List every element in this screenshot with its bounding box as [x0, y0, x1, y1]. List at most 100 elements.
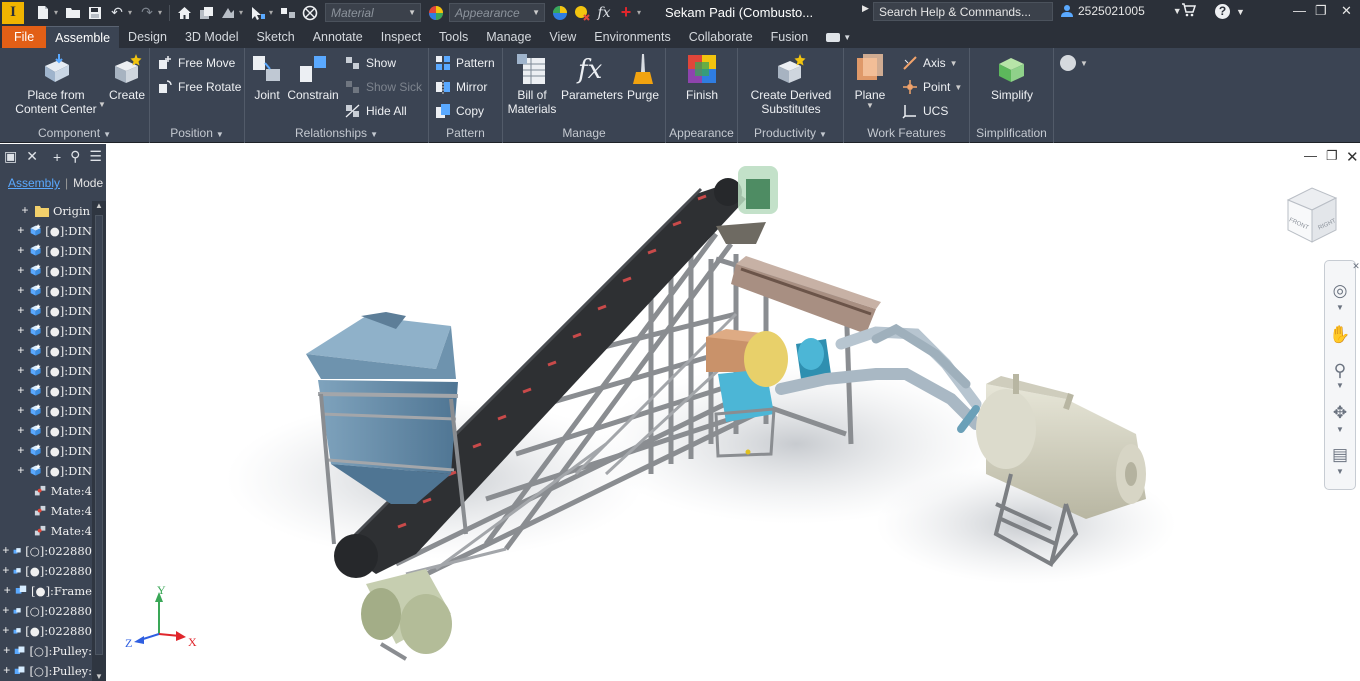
select-priority-icon[interactable]	[247, 2, 269, 24]
help-icon[interactable]: ?	[1215, 3, 1230, 19]
copy-design-icon[interactable]	[195, 2, 217, 24]
tab-sketch[interactable]: Sketch	[247, 26, 303, 48]
redo-icon[interactable]: ↷	[136, 2, 158, 24]
minimize-icon[interactable]: —	[1293, 3, 1306, 18]
close-icon[interactable]: ✕	[26, 148, 38, 165]
free-rotate-button[interactable]: Free Rotate	[157, 79, 241, 95]
undo-dropdown-icon[interactable]: ▾	[128, 8, 136, 17]
tab-view[interactable]: View	[540, 26, 585, 48]
tree-node[interactable]: Mate:4	[0, 481, 92, 501]
expand-plus-icon[interactable]: +	[17, 324, 25, 338]
expand-plus-icon[interactable]: +	[17, 264, 25, 278]
restore-icon[interactable]: ❐	[1315, 3, 1327, 19]
chevron-down-icon[interactable]: ▼	[1329, 425, 1351, 447]
expand-plus-icon[interactable]: +	[2, 544, 9, 558]
joint-button[interactable]: Joint	[249, 52, 285, 102]
tree-node[interactable]: + Origin	[0, 201, 92, 221]
appearance-override-icon[interactable]	[299, 2, 321, 24]
close-icon[interactable]: ✕	[1345, 261, 1360, 283]
tree-node[interactable]: + [●]:DIN	[0, 221, 92, 241]
expand-plus-icon[interactable]: +	[20, 204, 30, 218]
tree-node[interactable]: + [●]:DIN	[0, 361, 92, 381]
expand-plus-icon[interactable]: +	[17, 464, 25, 478]
view-cube[interactable]: FRONT RIGHT	[1282, 184, 1342, 244]
expand-plus-icon[interactable]: +	[17, 284, 25, 298]
tab-assemble[interactable]: Assemble	[46, 26, 120, 48]
expand-plus-icon[interactable]: +	[3, 664, 10, 678]
tree-node[interactable]: + [●]:DIN	[0, 281, 92, 301]
new-file-icon[interactable]	[32, 2, 54, 24]
tree-node[interactable]: + [●]:022880	[0, 621, 92, 641]
save-icon[interactable]	[84, 2, 106, 24]
inventor-logo[interactable]: I	[2, 1, 24, 24]
hide-all-button[interactable]: Hide All	[345, 103, 407, 119]
tree-node[interactable]: + [●]:Frame	[0, 581, 92, 601]
search-icon[interactable]: ⚲	[70, 148, 80, 165]
pattern-button[interactable]: Pattern	[435, 55, 495, 71]
color-wheel-icon[interactable]	[425, 2, 447, 24]
cart-icon[interactable]	[1181, 3, 1197, 20]
tab-collaborate[interactable]: Collaborate	[680, 26, 762, 48]
add-icon[interactable]: +	[615, 2, 637, 24]
tab-fusion[interactable]: Fusion	[762, 26, 818, 48]
close-icon[interactable]: ✕	[1341, 3, 1352, 19]
tab-assembly[interactable]: Assembly	[8, 176, 60, 190]
show-button[interactable]: Show	[345, 55, 396, 71]
expand-plus-icon[interactable]: +	[2, 624, 9, 638]
create-component-button[interactable]: Create	[108, 52, 146, 102]
ucs-button[interactable]: UCS	[902, 103, 948, 119]
orbit-icon[interactable]: ✥	[1329, 403, 1351, 425]
tree-node[interactable]: + [●]:DIN	[0, 421, 92, 441]
mirror-button[interactable]: Mirror	[435, 79, 487, 95]
appearance-dropdown[interactable]: Appearance ▼	[449, 3, 545, 22]
scrollbar-thumb[interactable]	[95, 215, 103, 655]
tree-node[interactable]: + [●]:022880	[0, 561, 92, 581]
look-at-icon[interactable]: ▤	[1329, 445, 1351, 467]
scroll-up-icon[interactable]: ▲	[95, 201, 103, 210]
open-folder-icon[interactable]	[62, 2, 84, 24]
place-from-content-center-button[interactable]: Place from Content Center	[10, 52, 102, 116]
browser-scrollbar[interactable]: ▲ ▼	[92, 201, 106, 681]
tree-node[interactable]: + [○]:022880	[0, 601, 92, 621]
constrain-button[interactable]: Constrain	[285, 52, 341, 102]
steering-wheel-icon[interactable]: ◎	[1329, 281, 1351, 303]
tree-node[interactable]: Mate:4	[0, 521, 92, 541]
tab-model[interactable]: Mode	[73, 176, 103, 190]
expand-plus-icon[interactable]: +	[17, 244, 25, 258]
update-icon[interactable]	[217, 2, 239, 24]
browser-panels-icon[interactable]: ▣	[4, 148, 17, 165]
tree-node[interactable]: + [●]:DIN	[0, 341, 92, 361]
tree-node[interactable]: + [○]:022880	[0, 541, 92, 561]
expand-plus-icon[interactable]: +	[2, 564, 9, 578]
ribbon-options[interactable]: ▼	[1060, 55, 1088, 71]
tab-3d-model[interactable]: 3D Model	[176, 26, 248, 48]
tab-file[interactable]: File	[2, 26, 47, 48]
chevron-down-icon[interactable]: ▼	[98, 100, 106, 109]
create-derived-substitutes-button[interactable]: Create Derived Substitutes	[744, 52, 838, 116]
tab-annotate[interactable]: Annotate	[304, 26, 372, 48]
zoom-icon[interactable]: ⚲	[1329, 361, 1351, 383]
update-dropdown-icon[interactable]: ▾	[239, 8, 247, 17]
menu-icon[interactable]: ☰	[89, 148, 102, 165]
tab-inspect[interactable]: Inspect	[372, 26, 430, 48]
tree-node[interactable]: + [●]:DIN	[0, 401, 92, 421]
home-icon[interactable]	[173, 2, 195, 24]
expand-plus-icon[interactable]: +	[17, 424, 25, 438]
scroll-down-icon[interactable]: ▼	[95, 672, 103, 681]
chevron-down-icon[interactable]: ▼	[1329, 381, 1351, 403]
tree-node[interactable]: + [○]:Pulley:	[0, 641, 92, 661]
expand-plus-icon[interactable]: +	[17, 444, 25, 458]
tree-node[interactable]: + [●]:DIN	[0, 441, 92, 461]
copy-button[interactable]: Copy	[435, 103, 484, 119]
search-help-input[interactable]: Search Help & Commands...	[873, 2, 1053, 21]
material-dropdown[interactable]: Material ▼	[325, 3, 421, 22]
finish-button[interactable]: Finish	[680, 52, 724, 102]
new-dropdown-icon[interactable]: ▾	[54, 8, 62, 17]
expand-plus-icon[interactable]: +	[2, 604, 9, 618]
measure-icon[interactable]	[277, 2, 299, 24]
simplify-button[interactable]: Simplify	[988, 52, 1036, 102]
chevron-down-icon[interactable]: ▼	[1329, 467, 1351, 489]
tree-node[interactable]: + [○]:Pulley:	[0, 661, 92, 681]
expand-plus-icon[interactable]: +	[17, 384, 25, 398]
plane-button[interactable]: Plane ▼	[850, 52, 890, 110]
